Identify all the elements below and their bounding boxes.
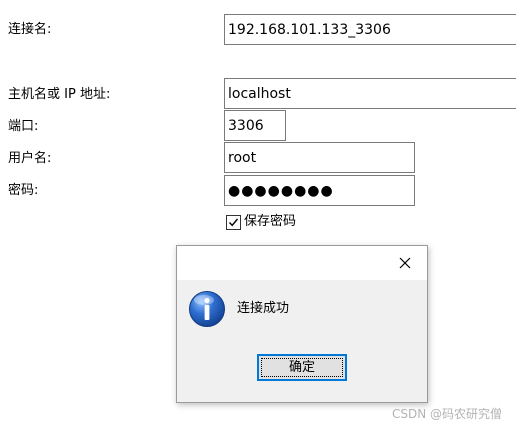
- host-input[interactable]: [224, 78, 516, 109]
- save-password-checkbox[interactable]: [226, 215, 241, 230]
- checkmark-icon: [228, 218, 239, 227]
- username-input[interactable]: [224, 142, 415, 173]
- close-icon: [399, 257, 411, 269]
- focus-rectangle: [261, 358, 343, 377]
- info-icon: [188, 290, 226, 328]
- password-label: 密码:: [8, 183, 39, 198]
- port-input[interactable]: [224, 110, 286, 141]
- message-dialog: 连接成功 确定: [176, 245, 428, 403]
- port-label: 端口:: [8, 119, 39, 134]
- password-masked-value: ●●●●●●●●: [228, 183, 334, 199]
- username-label: 用户名:: [8, 151, 52, 166]
- dialog-message: 连接成功: [237, 301, 290, 316]
- connection-name-input[interactable]: [224, 14, 516, 45]
- dialog-close-button[interactable]: [393, 252, 417, 274]
- dialog-titlebar: [177, 246, 427, 280]
- ok-button[interactable]: 确定: [257, 354, 347, 381]
- connection-name-label: 连接名:: [8, 22, 52, 37]
- host-label: 主机名或 IP 地址:: [8, 87, 111, 102]
- watermark: CSDN @码农研究僧: [391, 407, 502, 421]
- password-input[interactable]: ●●●●●●●●: [224, 175, 415, 206]
- save-password-label[interactable]: 保存密码: [244, 214, 296, 230]
